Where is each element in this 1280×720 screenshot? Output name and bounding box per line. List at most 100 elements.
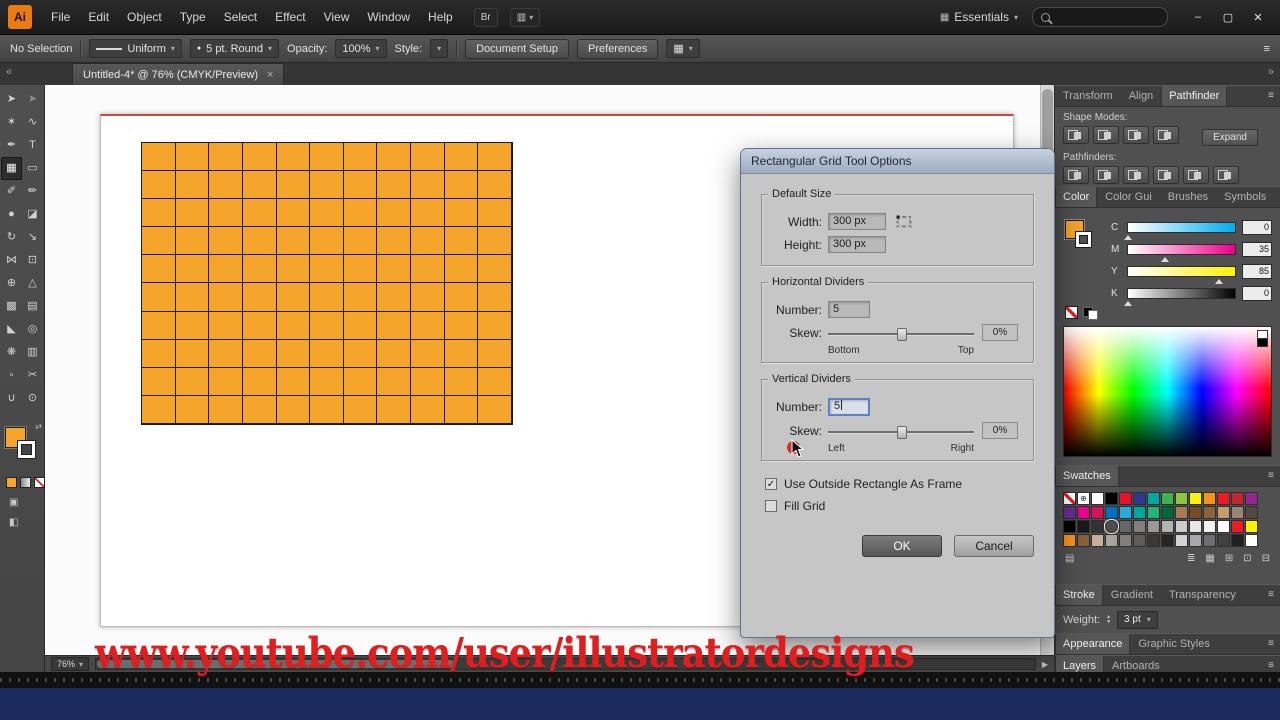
menu-effect[interactable]: Effect (266, 0, 314, 35)
screen-mode-icon[interactable]: ◧ (9, 517, 18, 528)
width-field[interactable]: 300 px (828, 213, 886, 230)
swatch[interactable] (1203, 506, 1216, 519)
gradient-tool[interactable]: ▤ (22, 295, 43, 318)
tab-align[interactable]: Align (1121, 86, 1161, 106)
panel-menu-icon[interactable]: ≡ (1262, 585, 1280, 605)
use-outside-rectangle-checkbox[interactable]: ✓ (765, 478, 777, 490)
divide-icon[interactable] (1063, 166, 1089, 184)
hand-tool[interactable]: ∪ (1, 387, 22, 410)
document-tab[interactable]: Untitled-4* @ 76% (CMYK/Preview) × (72, 63, 285, 85)
merge-icon[interactable] (1123, 166, 1149, 184)
horizontal-skew-slider[interactable] (828, 327, 974, 341)
channel-value-c[interactable]: 0 (1242, 219, 1272, 235)
opacity-dropdown[interactable]: 100% ▾ (335, 39, 387, 58)
stroke-color-swatch[interactable] (17, 440, 36, 459)
swatch[interactable] (1119, 506, 1132, 519)
horizontal-skew-value[interactable]: 0% (982, 324, 1018, 341)
swatch[interactable] (1217, 520, 1230, 533)
control-panel-menu-icon[interactable]: ≡ (1264, 43, 1270, 55)
swatch[interactable] (1161, 492, 1174, 505)
blob-brush-tool[interactable]: ● (1, 203, 22, 226)
paintbrush-tool[interactable]: ✐ (1, 180, 22, 203)
swatch[interactable]: ⊕ (1077, 492, 1090, 505)
tab-color-gui[interactable]: Color Gui (1097, 187, 1159, 207)
rotate-tool[interactable]: ↻ (1, 226, 22, 249)
stroke-weight-stepper[interactable]: ▲ ▼ (1106, 615, 1111, 625)
workspace-switcher[interactable]: ▦ Essentials ▾ (940, 10, 1018, 24)
swatch[interactable] (1189, 506, 1202, 519)
swatch[interactable] (1175, 506, 1188, 519)
swatch[interactable] (1105, 506, 1118, 519)
none-fill-icon[interactable] (34, 477, 45, 488)
slice-tool[interactable]: ✂ (22, 364, 43, 387)
swatch-options-icon[interactable]: ▦ (1205, 553, 1214, 564)
tab-pathfinder[interactable]: Pathfinder (1161, 86, 1228, 106)
control-bar-icon-button[interactable]: ▦ ▾ (666, 39, 700, 58)
expand-button[interactable]: Expand (1202, 128, 1258, 146)
none-color-icon[interactable] (1065, 306, 1078, 319)
tab-swatches[interactable]: Swatches (1055, 466, 1119, 486)
swatch-kinds-icon[interactable]: ≣ (1187, 553, 1195, 564)
tab-stroke[interactable]: Stroke (1055, 585, 1103, 605)
swatch[interactable] (1077, 520, 1090, 533)
grid-object[interactable] (141, 142, 513, 425)
stroke-weight-field[interactable]: 3 pt ▾ (1117, 610, 1158, 629)
rectangular-grid-tool[interactable]: ▦ (1, 157, 22, 180)
tab-brushes[interactable]: Brushes (1160, 187, 1216, 207)
delete-swatch-icon[interactable]: ⊟ (1262, 553, 1270, 564)
swatch[interactable] (1147, 534, 1160, 547)
exclude-icon[interactable] (1153, 126, 1179, 144)
minus-front-icon[interactable] (1093, 126, 1119, 144)
menu-select[interactable]: Select (215, 0, 266, 35)
swatch[interactable] (1119, 520, 1132, 533)
swatch[interactable] (1217, 492, 1230, 505)
tab-graphic-styles[interactable]: Graphic Styles (1130, 634, 1218, 654)
close-button[interactable]: ✕ (1244, 7, 1272, 27)
selection-tool[interactable]: ➤ (1, 88, 22, 111)
tab-gradient[interactable]: Gradient (1103, 585, 1161, 605)
tab-appearance[interactable]: Appearance (1055, 634, 1131, 654)
artboard-tool[interactable]: ▫ (1, 364, 22, 387)
bridge-icon[interactable]: Br (473, 7, 498, 27)
black-white-swatch-icon[interactable] (1083, 306, 1098, 320)
zoom-tool[interactable]: ⊙ (22, 387, 43, 410)
outline-icon[interactable] (1183, 166, 1209, 184)
panel-stroke-swatch[interactable] (1075, 231, 1092, 248)
document-setup-button[interactable]: Document Setup (465, 38, 570, 59)
swatch[interactable] (1203, 492, 1216, 505)
swatch[interactable] (1133, 492, 1146, 505)
channel-slider-m[interactable] (1127, 243, 1236, 262)
menu-help[interactable]: Help (419, 0, 462, 35)
slider-thumb[interactable] (897, 425, 907, 439)
swatch[interactable] (1105, 492, 1118, 505)
fill-grid-checkbox[interactable] (765, 500, 777, 512)
dialog-title-bar[interactable]: Rectangular Grid Tool Options (741, 149, 1054, 174)
swatch[interactable] (1189, 520, 1202, 533)
swatch[interactable] (1077, 506, 1090, 519)
draw-mode-icon[interactable]: ▣ (9, 497, 18, 508)
close-tab-icon[interactable]: × (267, 69, 273, 81)
swatch[interactable] (1175, 492, 1188, 505)
trim-icon[interactable] (1093, 166, 1119, 184)
column-graph-tool[interactable]: ▥ (22, 341, 43, 364)
collapse-panels-icon[interactable]: » (1268, 66, 1274, 78)
tab-color[interactable]: Color (1055, 187, 1098, 207)
vertical-number-field[interactable]: 5 (828, 398, 870, 416)
style-dropdown[interactable]: ▾ (430, 39, 449, 58)
eyedropper-tool[interactable]: ◣ (1, 318, 22, 341)
swatch[interactable] (1175, 534, 1188, 547)
minus-back-icon[interactable] (1213, 166, 1239, 184)
swatch[interactable] (1105, 520, 1118, 533)
channel-value-y[interactable]: 85 (1242, 263, 1272, 279)
swatch[interactable] (1147, 492, 1160, 505)
swatch[interactable] (1091, 520, 1104, 533)
swatch[interactable] (1063, 506, 1076, 519)
swatch[interactable] (1231, 520, 1244, 533)
pencil-tool[interactable]: ✏ (22, 180, 43, 203)
horizontal-number-field[interactable]: 5 (828, 301, 870, 318)
stroke-profile-select[interactable]: Uniform ▾ (89, 39, 182, 58)
swatch[interactable] (1105, 534, 1118, 547)
swatch[interactable] (1133, 534, 1146, 547)
swatch[interactable] (1133, 506, 1146, 519)
swatch[interactable] (1231, 534, 1244, 547)
